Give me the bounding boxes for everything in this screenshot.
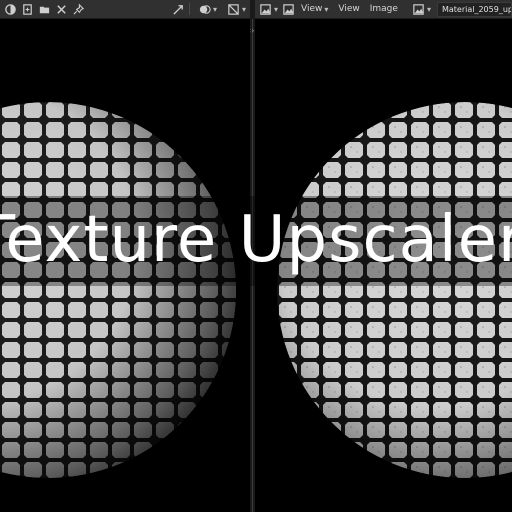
overlay-icon[interactable] (198, 3, 211, 16)
view-menu[interactable]: View (301, 4, 322, 14)
image-browse-dropdown-icon[interactable]: ▾ (427, 5, 431, 14)
image-editor-icon[interactable] (259, 3, 272, 16)
new-image-icon[interactable] (21, 3, 34, 16)
overlay-dropdown-icon[interactable]: ▾ (213, 5, 217, 14)
image-browse-icon[interactable] (412, 3, 425, 16)
close-icon[interactable] (55, 3, 68, 16)
image-editor-header: ▾ View ▾ View Image ▾ Material_2059_upsc… (255, 0, 512, 19)
view-menu-dropdown-icon[interactable]: ▾ (324, 5, 328, 14)
view-mode-icon[interactable] (282, 3, 295, 16)
title-overlay: Texture Upscaler (0, 196, 512, 286)
viewport-shading-icon[interactable] (4, 3, 17, 16)
image-menu-button[interactable]: Image (370, 4, 398, 14)
image-name-field[interactable]: Material_2059_upscaled (436, 1, 512, 17)
title-text: Texture Upscaler (0, 203, 512, 277)
view-menu-button[interactable]: View (338, 4, 359, 14)
header-separator (188, 3, 190, 15)
pin-icon[interactable] (72, 3, 85, 16)
display-mode-dropdown-icon[interactable]: ▾ (242, 5, 246, 14)
left-viewport-header: ▾ ▾ (0, 0, 250, 19)
editor-type-dropdown-icon[interactable]: ▾ (274, 5, 278, 14)
gizmo-icon[interactable] (172, 3, 185, 16)
display-mode-icon[interactable] (227, 3, 240, 16)
open-folder-icon[interactable] (38, 3, 51, 16)
